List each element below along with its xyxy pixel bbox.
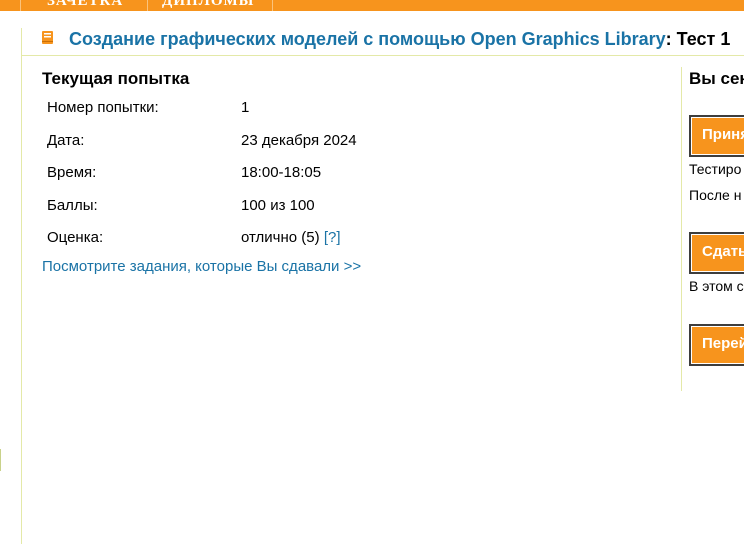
course-title-link[interactable]: Создание графических моделей с помощью O… [69,29,666,49]
sidebar-text-testing: Тестиро [689,161,742,177]
nav-separator [20,0,21,11]
sidebar-text-in-this: В этом с [689,278,744,294]
content-left-border [21,28,22,544]
view-submissions-link[interactable]: Посмотрите задания, которые Вы сдавали >… [42,257,361,277]
nav-item-zachetka[interactable]: ЗАЧЕТКА [47,0,123,9]
test-name: : Тест 1 [665,29,731,49]
nav-item-diplomy[interactable]: ДИПЛОМЫ [162,0,254,9]
attempt-number-value: 1 [241,99,250,116]
grade-value: отлично (5) [241,229,320,246]
time-label: Время: [47,164,97,181]
nav-separator [147,0,148,11]
date-value: 23 декабря 2024 [241,131,357,149]
nav-separator [272,0,273,11]
left-edge-marker [0,449,1,471]
page-title-row: Создание графических моделей с помощью O… [22,28,744,56]
date-label: Дата: [47,131,85,149]
current-attempt-heading: Текущая попытка [42,69,190,88]
book-icon [42,31,53,44]
submit-button[interactable]: Сдать [689,232,744,274]
right-sidebar: Вы сен Приня Тестиро После н Сдать В это… [681,67,744,391]
attempt-number-label: Номер попытки: [47,99,159,116]
score-label: Баллы: [47,196,98,214]
accept-button[interactable]: Приня [689,115,744,157]
sidebar-text-after: После н [689,187,742,203]
score-value: 100 из 100 [241,196,315,214]
top-navigation-bar: ЗАЧЕТКА ДИПЛОМЫ [0,0,744,11]
grade-label: Оценка: [47,229,104,246]
grade-value-wrap: отлично (5) [?] [241,228,341,248]
page-title: Создание графических моделей с помощью O… [69,29,730,50]
go-to-button[interactable]: Перей [689,324,744,366]
grade-help-link[interactable]: [?] [324,229,341,246]
time-value: 18:00-18:05 [241,164,322,181]
sidebar-heading: Вы сен [689,69,744,88]
